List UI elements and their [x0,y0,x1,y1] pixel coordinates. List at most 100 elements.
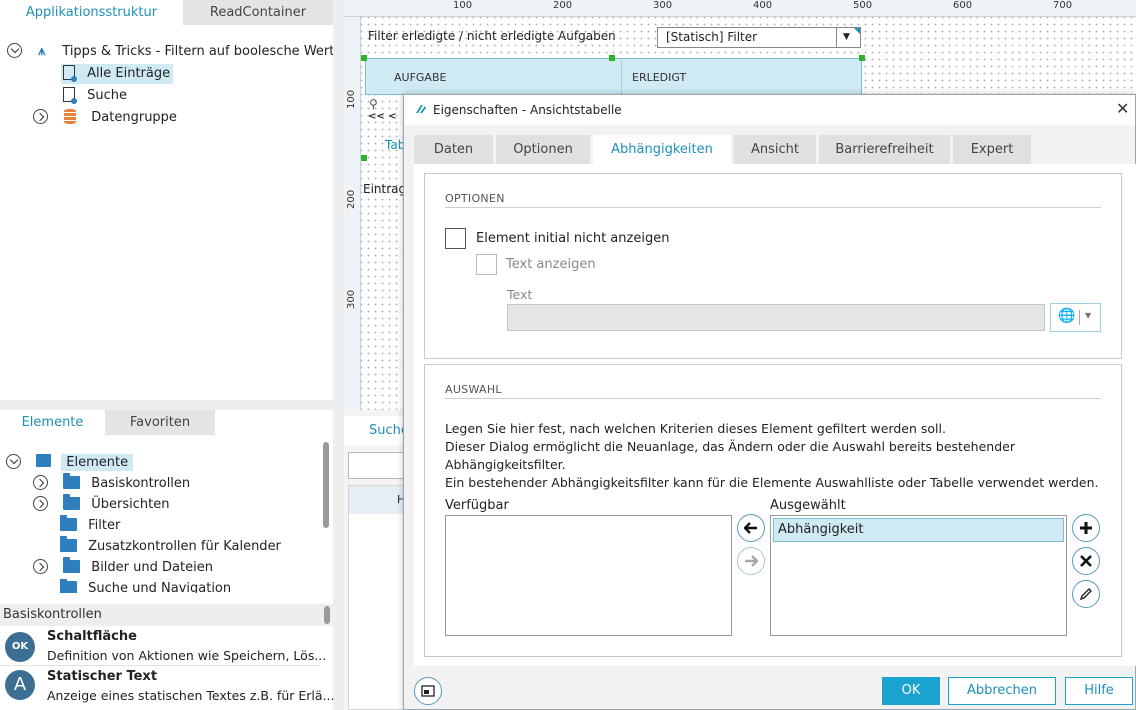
folder-icon [60,536,77,552]
close-icon[interactable]: ✕ [1116,99,1129,118]
application-structure-panel: Applikationsstruktur ReadContainer ⩚ Tip… [0,0,342,400]
elements-root[interactable]: Elemente [6,453,134,473]
expand-icon[interactable] [33,109,48,124]
selected-label: Ausgewählt [770,498,846,513]
move-left-button[interactable] [737,514,765,542]
selection-handle[interactable] [361,155,367,161]
tab-barrierefreiheit[interactable]: Barrierefreiheit [819,135,950,164]
tree-item-label: Alle Einträge [87,66,171,81]
tree-item-datengruppe[interactable]: Datengruppe [33,108,177,128]
expand-icon[interactable] [33,475,48,490]
folder-uebersichten[interactable]: Übersichten [33,494,170,515]
help-button[interactable]: Hilfe [1065,677,1133,705]
ruler-top: 100 200 300 400 500 600 700 [344,0,1136,17]
ruler-left: 100 200 300 [344,17,361,410]
tree-item-suche[interactable]: Suche [61,86,127,106]
move-right-button[interactable] [737,547,765,575]
text-field-label: Text [507,287,533,302]
folder-icon [63,473,81,489]
control-schaltflaeche[interactable]: OK Schaltfläche Definition von Aktionen … [0,626,326,666]
expand-icon[interactable] [33,496,48,511]
dialog-title: Eigenschaften - Ansichtstabelle [433,103,622,117]
tab-suche[interactable]: Suche [344,416,409,446]
panel-splitter[interactable] [0,400,333,410]
selected-list-item[interactable]: Abhängigkeit [773,518,1064,542]
column-header: ERLEDIGT [632,71,687,84]
folder-filter[interactable]: Filter [60,515,121,536]
control-description: Anzeige eines statischen Textes z.B. für… [47,688,335,703]
available-list[interactable] [445,515,732,636]
layout-button[interactable] [414,677,442,705]
folder-label: Zusatzkontrollen für Kalender [88,539,281,554]
tab-abhaengigkeiten[interactable]: Abhängigkeiten [593,135,731,165]
remove-button[interactable] [1072,547,1100,575]
tab-readcontainer[interactable]: ReadContainer [183,0,333,25]
folder-basiskontrollen[interactable]: Basiskontrollen [33,473,191,494]
control-title: Statischer Text [47,669,158,684]
dropdown-arrow-icon: ▼ [1085,311,1092,320]
tab-ansicht[interactable]: Ansicht [734,135,816,164]
scrollbar-thumb[interactable] [323,442,329,528]
folder-zusatzkontrollen[interactable]: Zusatzkontrollen für Kalender [60,536,281,557]
tab-expert[interactable]: Expert [953,135,1031,164]
folder-label: Basiskontrollen [91,476,191,491]
search-icon: ⚲ [369,97,378,111]
section-title: AUSWAHL [445,383,502,396]
table-header: AUFGABE ERLEDIGT [365,58,862,96]
text-control-icon: A [5,670,35,700]
hide-initially-label: Element initial nicht anzeigen [476,231,670,246]
tab-applikationsstruktur[interactable]: Applikationsstruktur [0,0,183,25]
selection-handle[interactable] [609,55,615,61]
control-statischer-text[interactable]: A Statischer Text Anzeige eines statisch… [0,666,334,710]
tab-optionen[interactable]: Optionen [496,135,590,164]
scrollbar-thumb[interactable] [324,606,330,624]
globe-icon: 🌐 [1058,308,1076,324]
elements-panel: Elemente Favoriten Elemente Basiskontrol… [0,410,334,710]
filter-select-value: [Statisch] Filter [666,30,758,44]
tree-item-label: Suche [87,88,128,103]
tab-elemente[interactable]: Elemente [0,410,105,435]
folder-label: Suche und Navigation [88,581,232,593]
folder-bilder-dateien[interactable]: Bilder und Dateien [33,557,213,578]
tree-item-alle-eintraege[interactable]: Alle Einträge [61,64,174,84]
plus-icon [1080,522,1092,534]
pencil-icon [1079,588,1092,601]
app-logo-icon [415,103,427,115]
hide-initially-checkbox[interactable] [445,228,466,249]
edit-button[interactable] [1072,580,1100,608]
show-text-checkbox[interactable] [476,254,497,275]
database-icon [64,109,77,124]
column-header: AUFGABE [394,71,447,84]
folder-icon [63,557,81,573]
collapse-icon[interactable] [6,454,21,469]
collapse-icon[interactable] [7,43,22,58]
tree-root[interactable]: ⩚ Tipps & Tricks - Filtern auf boolesche… [7,42,342,62]
search-field[interactable] [348,452,408,479]
delete-icon [1080,555,1092,567]
elements-root-label: Elemente [61,454,134,471]
cancel-button[interactable]: Abbrechen [948,677,1056,705]
show-text-label: Text anzeigen [506,257,596,272]
tab-favoriten[interactable]: Favoriten [105,410,215,435]
tab-daten[interactable]: Daten [414,135,493,164]
section-title: OPTIONEN [445,192,505,205]
elements-box-icon [36,454,52,467]
filter-select[interactable]: [Statisch] Filter ▼ [657,27,861,48]
language-picker[interactable]: 🌐 ▼ [1050,303,1101,332]
folder-suche-navigation[interactable]: Suche und Navigation [60,579,231,593]
button-control-icon: OK [5,632,35,662]
folder-label: Filter [88,518,121,533]
selection-handle[interactable] [361,55,367,61]
page-icon [63,87,77,104]
expand-icon[interactable] [33,559,48,574]
entries-fragment: Eintrag [363,182,407,196]
group-header: Basiskontrollen [0,604,333,626]
vertical-splitter[interactable] [333,0,344,710]
ok-button[interactable]: OK [882,677,940,705]
selection-handle[interactable] [859,55,865,61]
selected-list[interactable]: Abhängigkeit [770,515,1067,636]
arrow-left-icon [743,522,757,534]
text-field[interactable] [507,304,1045,331]
add-button[interactable] [1072,514,1100,542]
filter-label: Filter erledigte / nicht erledigte Aufga… [368,29,616,43]
